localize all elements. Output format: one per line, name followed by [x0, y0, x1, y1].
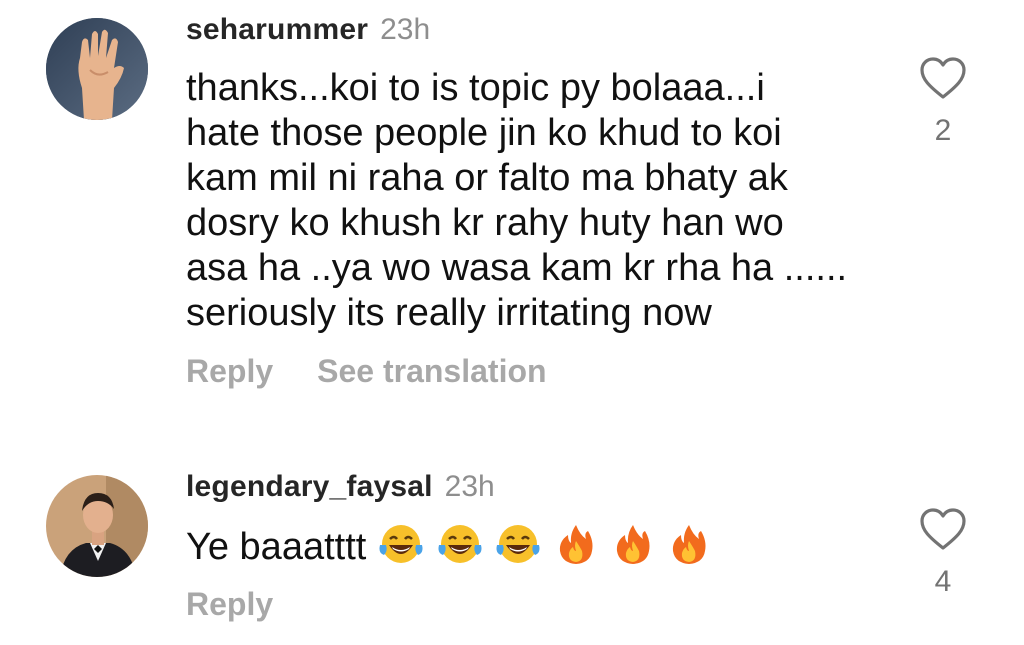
like-count: 4 [934, 565, 952, 598]
see-translation-button[interactable]: See translation [317, 353, 546, 389]
username[interactable]: legendary_faysal [186, 470, 433, 503]
comment-text-line: thanks...koi to is topic py bolaaa...i [186, 67, 765, 109]
timestamp: 23h [380, 13, 431, 46]
face-with-tears-of-joy-icon [495, 523, 541, 565]
comment-text: Ye baaatttt [186, 523, 906, 570]
heart-outline-icon[interactable] [918, 507, 968, 551]
comment-text-line: hate those people jin ko khud to koi [186, 112, 782, 154]
comment-text: thanks...koi to is topic py bolaaa...i h… [186, 66, 906, 336]
reply-button[interactable]: Reply [186, 586, 273, 622]
comment-text-content: Ye baaatttt [186, 526, 367, 568]
timestamp: 23h [444, 470, 495, 503]
username[interactable]: seharummer [186, 13, 368, 46]
fire-icon [667, 523, 711, 565]
comment-actions: Reply See translation [186, 352, 547, 390]
fire-icon [554, 523, 598, 565]
fire-icon [611, 523, 655, 565]
man-in-tuxedo-avatar-image [46, 475, 148, 577]
like-count: 2 [934, 114, 952, 147]
face-with-tears-of-joy-icon [437, 523, 483, 565]
raised-hand-avatar-image [46, 18, 148, 120]
comment-actions: Reply [186, 585, 273, 623]
reply-button[interactable]: Reply [186, 353, 273, 389]
comment-text-line: dosry ko khush kr rahy huty han wo [186, 202, 784, 244]
avatar[interactable] [46, 18, 148, 120]
comment-meta: seharummer 23h [186, 12, 430, 48]
like-control: 2 [918, 56, 968, 148]
face-with-tears-of-joy-icon [378, 523, 424, 565]
comment-item: seharummer 23h thanks...koi to is topic p… [0, 0, 1024, 440]
comment-text-line: asa ha ..ya wo wasa kam kr rha ha ...... [186, 247, 848, 289]
comment-text-line: seriously its really irritating now [186, 292, 712, 334]
avatar[interactable] [46, 475, 148, 577]
like-control: 4 [918, 507, 968, 599]
emoji-group [376, 523, 711, 570]
comment-text-line: kam mil ni raha or falto ma bhaty ak [186, 157, 788, 199]
heart-outline-icon[interactable] [918, 56, 968, 100]
comment-list: seharummer 23h thanks...koi to is topic p… [0, 0, 1024, 645]
comment-item: legendary_faysal 23h Ye baaatttt Reply 4 [0, 455, 1024, 645]
comment-meta: legendary_faysal 23h [186, 469, 495, 505]
